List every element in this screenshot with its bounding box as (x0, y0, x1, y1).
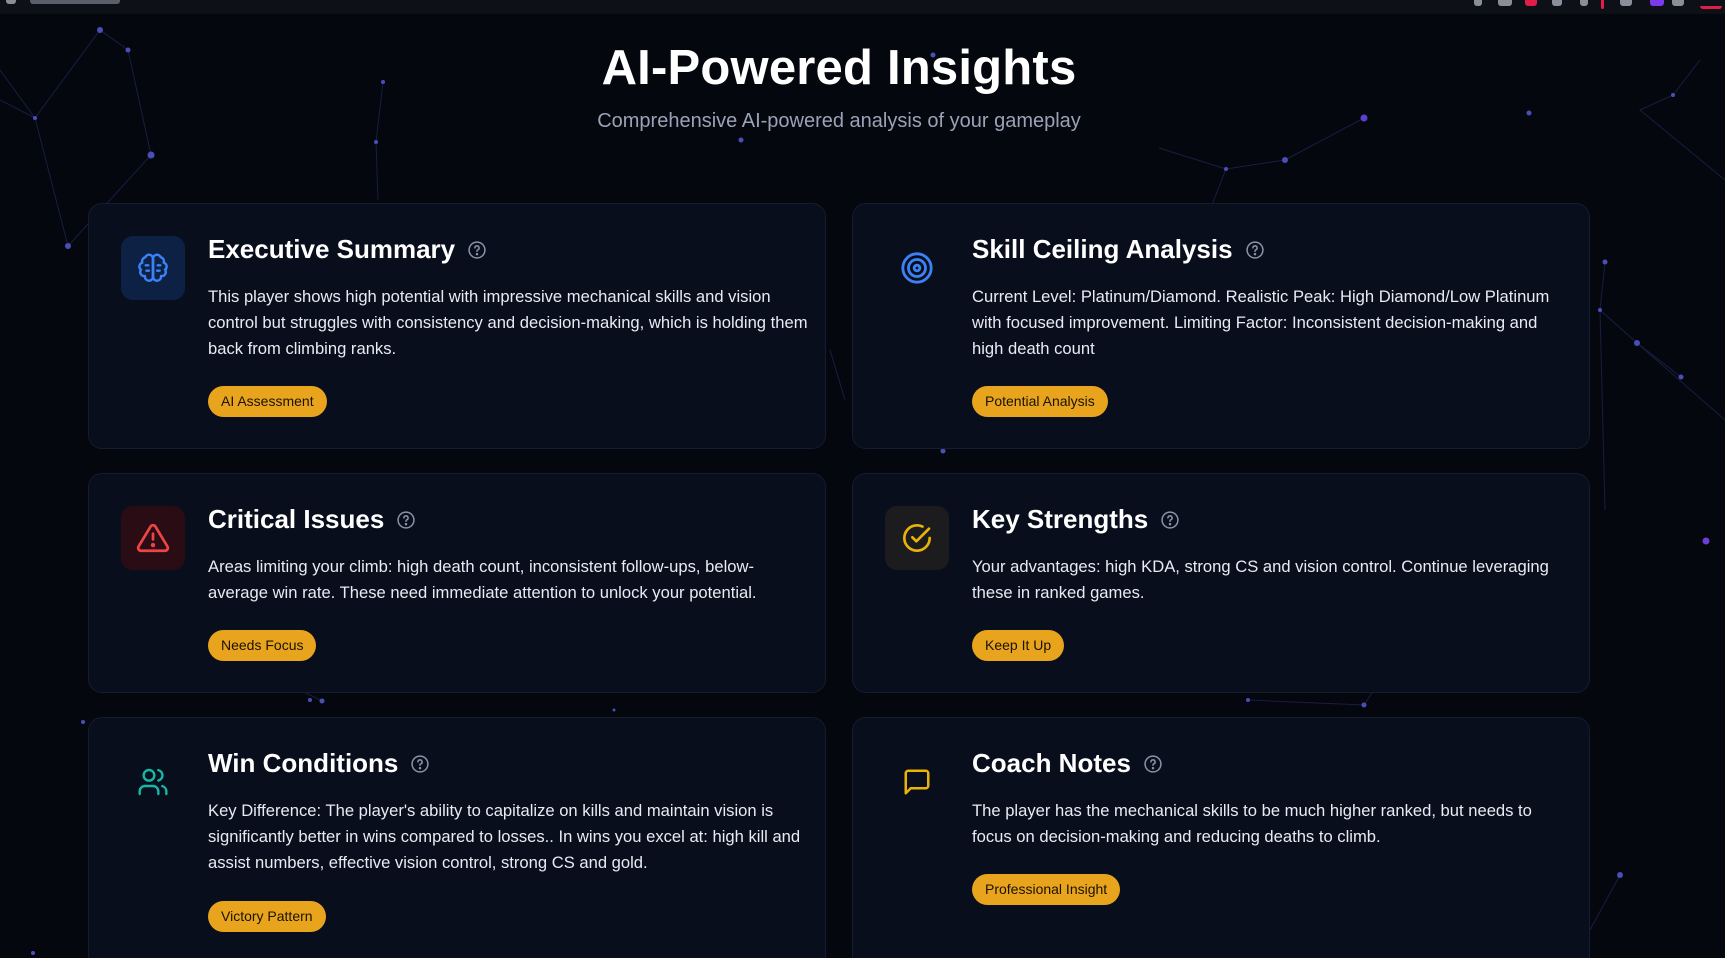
users-icon (121, 750, 185, 814)
badge-professional-insight: Professional Insight (972, 874, 1121, 905)
card-title: Key Strengths (972, 504, 1149, 534)
page-title: AI-Powered Insights (601, 41, 1077, 95)
page-subtitle: Comprehensive AI-powered analysis of you… (597, 110, 1081, 132)
extension-icon[interactable] (1498, 0, 1512, 6)
card-header: Key Strengths (972, 504, 1180, 535)
insights-header: AI-Powered Insights Comprehensive AI-pow… (0, 40, 1678, 133)
executive-summary-card: Executive Summary This player shows high… (88, 203, 826, 449)
card-header: Critical Issues (208, 504, 416, 535)
card-description: Your advantages: high KDA, strong CS and… (972, 557, 1549, 602)
extension-icon[interactable] (1552, 0, 1562, 6)
extension-icon[interactable] (1474, 0, 1482, 6)
help-circle-icon[interactable] (410, 754, 430, 774)
check-circle-icon (885, 506, 949, 570)
badge-potential-analysis: Potential Analysis (972, 386, 1108, 417)
target-icon (885, 236, 949, 300)
key-strengths-card: Key Strengths Your advantages: high KDA,… (852, 473, 1590, 693)
insights-page: AI-Powered Insights Comprehensive AI-pow… (0, 0, 1725, 958)
brain-icon (121, 236, 185, 300)
card-description: Current Level: Platinum/Diamond. Realist… (972, 287, 1550, 358)
card-description: The player has the mechanical skills to … (972, 801, 1532, 846)
badge-keep-it-up: Keep It Up (972, 630, 1065, 661)
card-header: Executive Summary (208, 234, 487, 265)
card-description: Areas limiting your climb: high death co… (208, 557, 757, 602)
skill-ceiling-card: Skill Ceiling Analysis Current Level: Pl… (852, 203, 1590, 449)
card-header: Win Conditions (208, 748, 430, 779)
badge-ai-assessment: AI Assessment (208, 386, 327, 417)
card-title: Coach Notes (972, 748, 1131, 778)
coach-notes-card: Coach Notes The player has the mechanica… (852, 717, 1590, 958)
card-title: Critical Issues (208, 504, 385, 534)
help-circle-icon[interactable] (396, 510, 416, 530)
help-circle-icon[interactable] (1245, 240, 1265, 260)
help-circle-icon[interactable] (1160, 510, 1180, 530)
alert-triangle-icon (121, 506, 185, 570)
message-square-icon (885, 750, 949, 814)
critical-issues-card: Critical Issues Areas limiting your clim… (88, 473, 826, 693)
extension-icon[interactable] (1620, 0, 1632, 6)
card-title: Executive Summary (208, 234, 456, 264)
help-circle-icon[interactable] (467, 240, 487, 260)
browser-address-fragment (6, 0, 146, 6)
extension-icon[interactable] (1525, 0, 1537, 6)
extension-icon[interactable] (1700, 6, 1722, 9)
extension-icon[interactable] (1672, 0, 1684, 6)
badge-needs-focus: Needs Focus (208, 630, 317, 661)
extension-icon[interactable] (1580, 0, 1588, 6)
card-header: Coach Notes (972, 748, 1163, 779)
card-title: Win Conditions (208, 748, 399, 778)
badge-victory-pattern: Victory Pattern (208, 901, 326, 932)
extension-icon[interactable] (1650, 0, 1664, 6)
win-conditions-card: Win Conditions Key Difference: The playe… (88, 717, 826, 958)
card-header: Skill Ceiling Analysis (972, 234, 1265, 265)
browser-top-bar (0, 0, 1725, 14)
extension-icon[interactable] (1601, 0, 1604, 9)
card-title: Skill Ceiling Analysis (972, 234, 1233, 264)
help-circle-icon[interactable] (1143, 754, 1163, 774)
card-description: This player shows high potential with im… (208, 287, 808, 358)
card-description: Key Difference: The player's ability to … (208, 801, 801, 872)
